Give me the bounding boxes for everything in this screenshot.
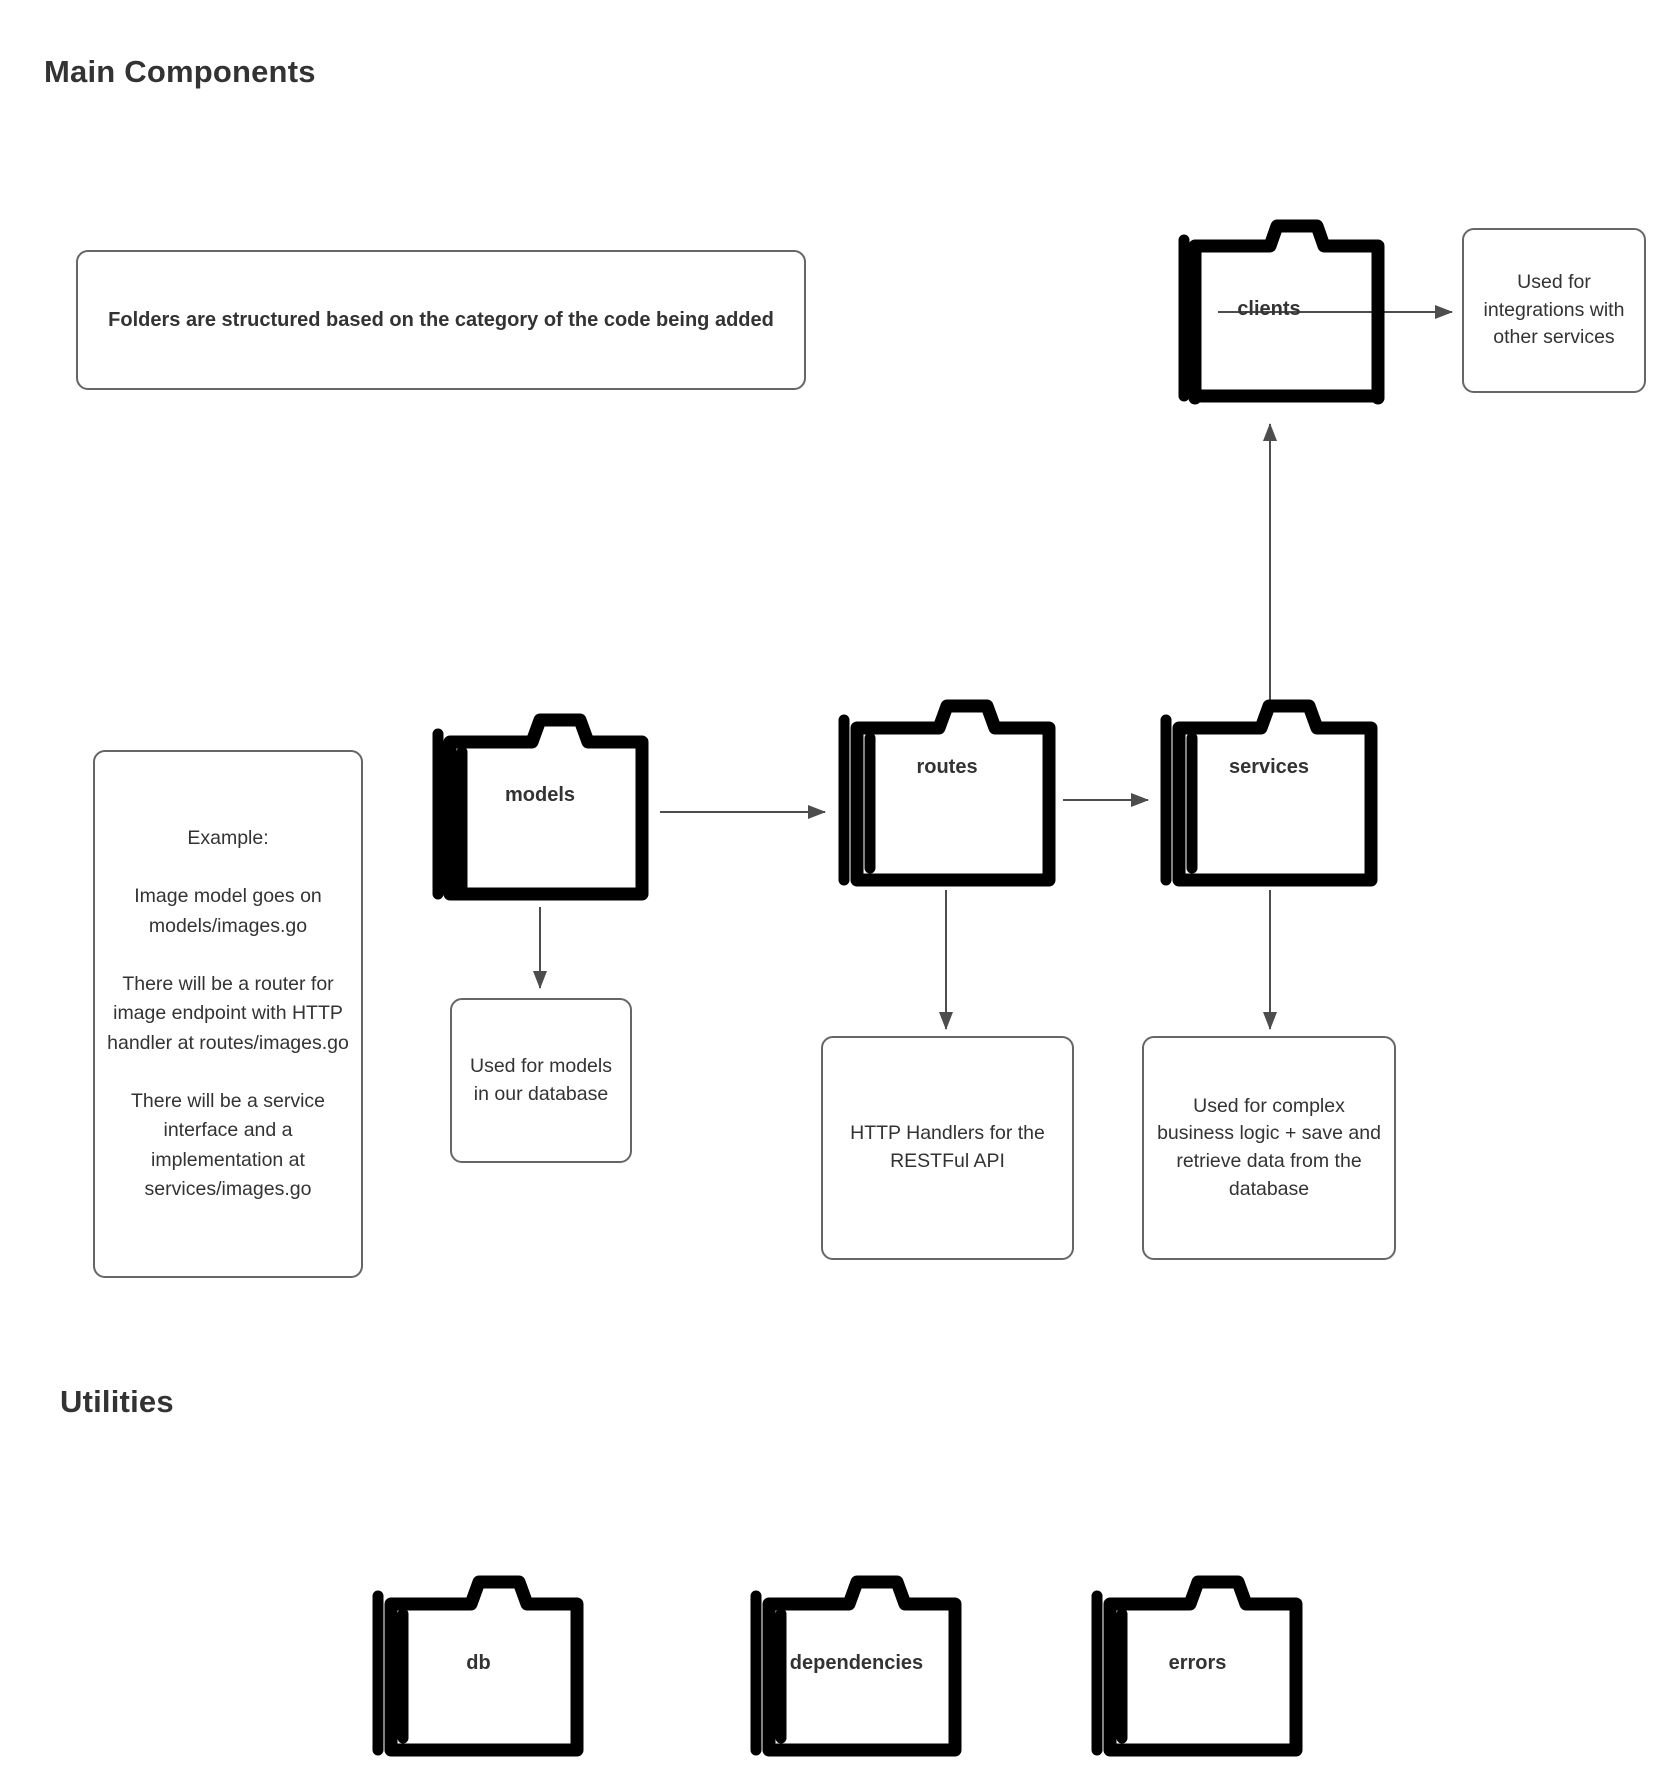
note-services-description: Used for complex business logic + save a… <box>1142 1036 1396 1260</box>
folder-services[interactable]: services <box>1153 690 1385 890</box>
page-title-utilities: Utilities <box>60 1384 174 1419</box>
note-example: Example: Image model goes on models/imag… <box>93 750 363 1278</box>
note-clients-description: Used for integrations with other service… <box>1462 228 1646 393</box>
page-title-main-components: Main Components <box>44 54 316 89</box>
folder-db[interactable]: db <box>366 1572 591 1762</box>
folder-dependencies[interactable]: dependencies <box>744 1572 969 1762</box>
folder-icon <box>1178 219 1385 405</box>
folder-icon <box>750 1575 962 1757</box>
note-models-description: Used for models in our database <box>450 998 632 1163</box>
folder-routes[interactable]: routes <box>831 690 1063 890</box>
folder-icon <box>372 1575 584 1757</box>
folder-clients[interactable]: clients <box>1153 218 1385 408</box>
note-routes-description: HTTP Handlers for the RESTFul API <box>821 1036 1074 1260</box>
folder-icon <box>1091 1575 1303 1757</box>
folder-icon <box>432 713 649 901</box>
note-folder-structure: Folders are structured based on the cate… <box>76 250 806 390</box>
folder-errors[interactable]: errors <box>1085 1572 1310 1762</box>
folder-icon <box>838 699 1056 887</box>
diagram-canvas: Main Components Utilities Folders are st… <box>0 0 1680 1784</box>
folder-icon <box>1160 699 1378 887</box>
folder-models[interactable]: models <box>424 706 656 906</box>
